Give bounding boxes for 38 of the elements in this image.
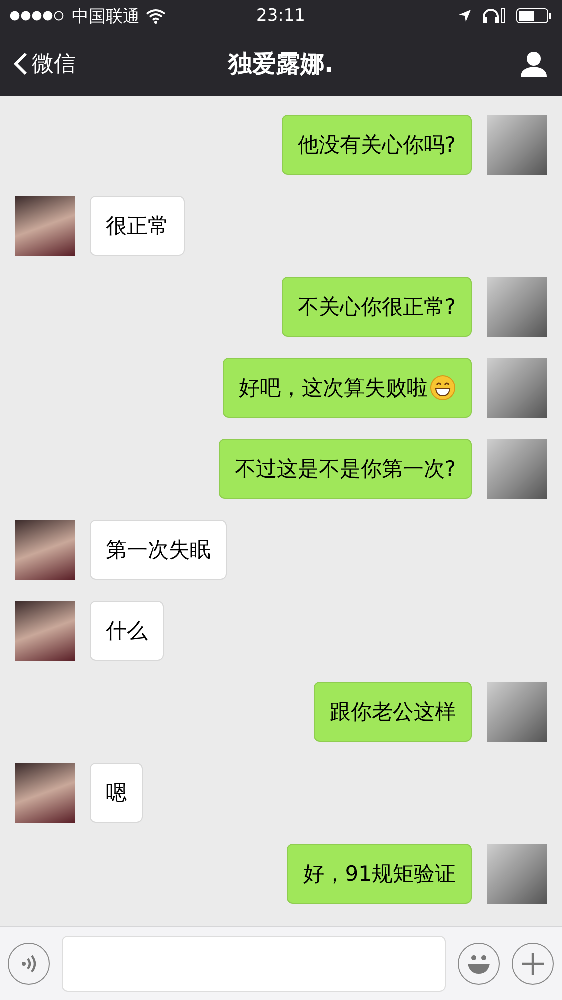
chat-title: 独爱露娜. [228, 49, 334, 80]
message-bubble: 跟你老公这样 [314, 682, 472, 742]
voice-button[interactable] [8, 942, 50, 984]
contact-avatar-photo-placeholder[interactable] [15, 520, 75, 580]
avatar-photo-placeholder[interactable] [487, 277, 547, 337]
contact-avatar-photo-placeholder[interactable] [15, 601, 75, 661]
message-bubble: 不过这是不是你第一次? [218, 439, 472, 499]
wifi-icon [146, 8, 166, 24]
headphones-icon [482, 8, 506, 24]
add-button[interactable] [512, 942, 554, 984]
chevron-left-icon [14, 52, 28, 76]
battery-icon [516, 8, 552, 24]
avatar-photo-placeholder[interactable] [487, 682, 547, 742]
location-arrow-icon [458, 9, 472, 23]
contact-avatar-photo-placeholder[interactable] [15, 763, 75, 823]
back-button[interactable]: 微信 [14, 49, 228, 79]
voice-wave-icon [20, 952, 38, 974]
person-icon [520, 51, 548, 77]
avatar-photo-placeholder[interactable] [487, 358, 547, 418]
message-bubble: 好吧，这次算失败啦 [223, 358, 472, 418]
grin-emoji-icon [430, 375, 456, 401]
avatar-photo-placeholder[interactable] [487, 115, 547, 175]
avatar-photo-placeholder[interactable] [487, 844, 547, 904]
message-bubble: 嗯 [90, 763, 143, 823]
message-bubble: 不关心你很正常? [282, 277, 472, 337]
emoji-button[interactable] [458, 942, 500, 984]
message-bubble: 第一次失眠 [90, 520, 227, 580]
clock-time: 23:11 [256, 6, 306, 26]
carrier-name: 中国联通 [72, 6, 140, 28]
message-bubble: 他没有关心你吗? [282, 115, 472, 175]
message-bubble: 好，91规矩验证 [287, 844, 472, 904]
message-bubble: 很正常 [90, 196, 185, 256]
contact-avatar-photo-placeholder[interactable] [15, 196, 75, 256]
plus-icon [521, 952, 545, 976]
avatar-photo-placeholder[interactable] [487, 439, 547, 499]
message-input-field[interactable] [62, 936, 446, 992]
message-bubble: 什么 [90, 601, 164, 661]
signal-dots-icon [10, 11, 66, 21]
